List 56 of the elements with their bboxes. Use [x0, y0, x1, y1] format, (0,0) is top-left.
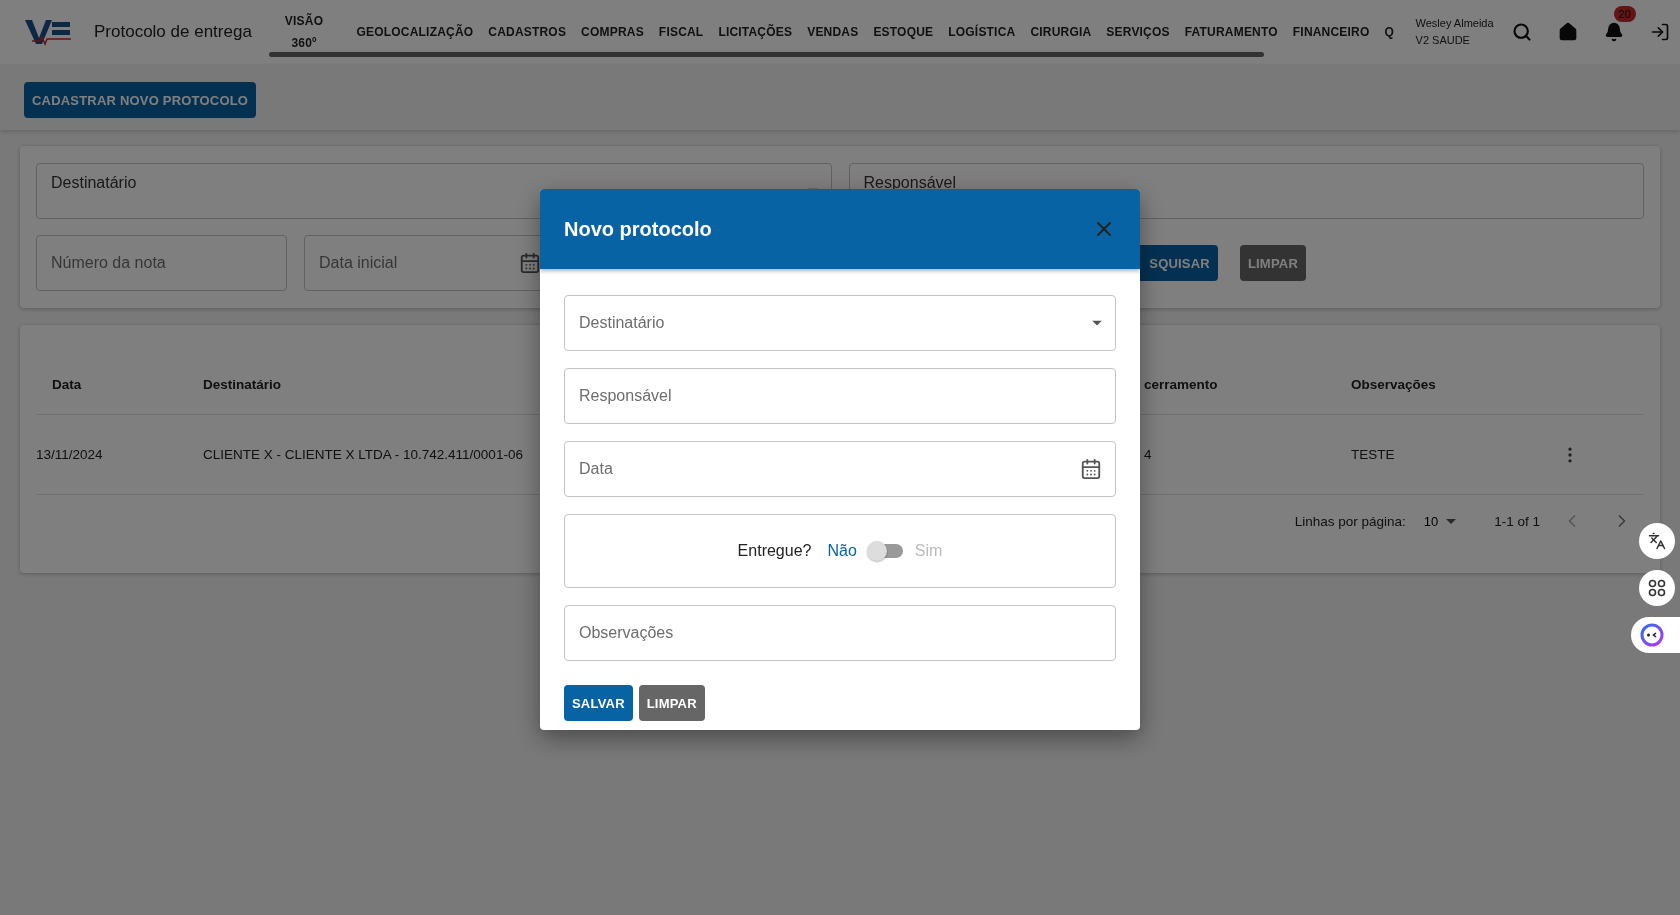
translate-icon — [1648, 532, 1666, 550]
nav-menu-item[interactable]: VENDAS — [799, 21, 866, 43]
nav-menu-item[interactable]: CADASTROS — [480, 21, 574, 43]
apps-button[interactable] — [1639, 570, 1675, 606]
table-cell-text: TESTE — [1351, 445, 1395, 464]
clear-button[interactable]: LIMPAR — [638, 685, 705, 721]
calendar-icon[interactable] — [1080, 458, 1102, 480]
nav-menu-item[interactable]: GEOLOCALIZAÇÃO — [349, 21, 481, 43]
nav-menu-item[interactable]: LICITAÇÕES — [710, 21, 800, 43]
nav-menu-item[interactable]: FINANCEIRO — [1285, 21, 1377, 43]
grid-icon — [1648, 579, 1666, 597]
new-protocol-button[interactable]: CADASTRAR NOVO PROTOCOLO — [24, 82, 257, 118]
notification-count: 20 — [1613, 6, 1636, 22]
rows-per-page-label: Linhas por página: — [1294, 513, 1406, 529]
text-field[interactable]: Observações — [564, 605, 1116, 661]
clear-button[interactable]: LIMPAR — [1239, 245, 1306, 281]
off-option-label: Não — [827, 542, 857, 560]
page-title: Protocolo de entrega — [94, 22, 253, 42]
user-company: V2 SAUDE — [1415, 33, 1471, 48]
logout-icon — [1649, 22, 1670, 42]
nav-menu-item[interactable]: COMPRAS — [573, 21, 652, 43]
home-icon — [1557, 22, 1578, 42]
text-field[interactable]: Responsável — [564, 368, 1116, 424]
table-cell-text: 4 — [1144, 445, 1152, 464]
search-icon — [1511, 22, 1532, 42]
nav-menu-item[interactable]: FISCAL — [651, 21, 711, 43]
save-button[interactable]: SALVAR — [564, 685, 633, 721]
nav-menu-item[interactable]: Q — [1377, 21, 1402, 43]
scrollbar-thumb[interactable] — [269, 52, 1264, 57]
date-field[interactable]: Data — [564, 441, 1116, 497]
column-header: Observações — [1351, 355, 1560, 415]
delivered-switch[interactable] — [866, 541, 905, 561]
nav-menu-item[interactable]: ESTOQUE — [865, 21, 941, 43]
on-option-label: Sim — [914, 542, 943, 560]
select-field[interactable]: Destinatário — [564, 295, 1116, 351]
nav-menu-item[interactable]: SERVIÇOS — [1098, 21, 1178, 43]
text-field[interactable]: Número da nota — [36, 235, 287, 291]
translate-button[interactable] — [1639, 523, 1675, 559]
chat-assistant-button[interactable] — [1631, 617, 1680, 653]
nav-menu-item[interactable]: CIRURGIA — [1022, 21, 1099, 43]
page-range: 1-1 of 1 — [1494, 513, 1540, 529]
logo-icon — [24, 17, 74, 47]
table-cell-text: CLIENTE X - CLIENTE X LTDA - 10.742.411/0001-06 — [203, 445, 523, 464]
nav-menu-item[interactable]: LOGÍSTICA — [940, 21, 1023, 43]
nav-menu-item[interactable]: VISÃO 360º — [269, 10, 339, 54]
column-header: Data — [36, 355, 203, 415]
calendar-icon[interactable] — [519, 252, 541, 274]
dropdown-caret-icon — [1446, 518, 1457, 524]
nav-menu-item[interactable]: FATURAMENTO — [1177, 21, 1286, 43]
rows-per-page-select[interactable]: 10 — [1423, 513, 1457, 529]
chatbot-icon — [1640, 623, 1664, 647]
column-header: cerramento — [1144, 355, 1351, 415]
toggle-label: Entregue? — [737, 542, 812, 560]
table-cell-text: 13/11/2024 — [36, 445, 103, 464]
user-name: Wesley Almeida — [1415, 16, 1494, 31]
dialog-title: Novo protocolo — [564, 217, 712, 241]
